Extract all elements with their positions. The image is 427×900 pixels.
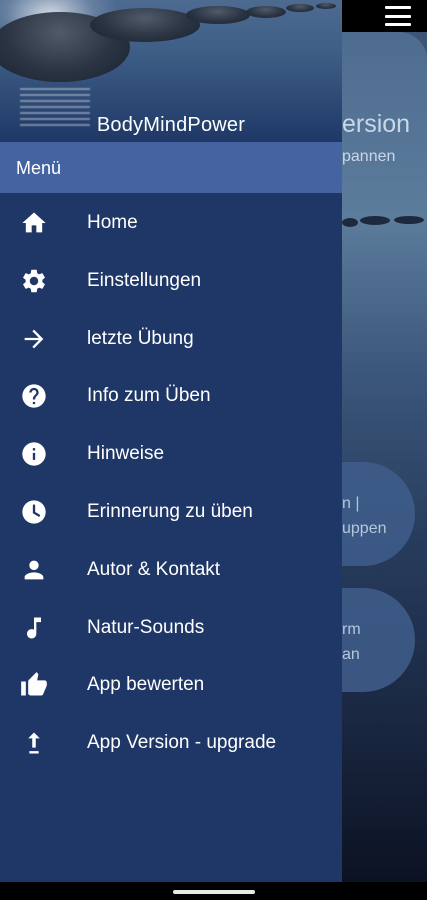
menu-section-header: Menü: [0, 142, 342, 193]
menu-item-label: App bewerten: [87, 674, 205, 696]
person-icon: [20, 556, 48, 584]
menu-item-last-exercise[interactable]: letzte Übung: [0, 310, 342, 368]
menu-item-rate-app[interactable]: App bewerten: [0, 656, 342, 714]
menu-item-app-version-upgrade[interactable]: App Version - upgrade: [0, 714, 342, 772]
menu-item-label: Home: [87, 212, 138, 233]
menu-item-notes[interactable]: Hinweise: [0, 425, 342, 483]
menu-item-settings[interactable]: Einstellungen: [0, 252, 342, 310]
pill-line-2: uppen: [342, 520, 387, 537]
help-circle-icon: [20, 382, 48, 410]
menu-item-reminder[interactable]: Erinnerung zu üben: [0, 483, 342, 541]
drawer-header: BodyMindPower: [0, 0, 342, 142]
home-icon: [20, 209, 48, 237]
pill-line-1: rm: [342, 621, 361, 638]
clock-icon: [20, 498, 48, 526]
menu-list: Home Einstellungen letzte Übung Info zum…: [0, 194, 342, 772]
pill-line-1: n |: [342, 495, 360, 512]
menu-item-label: Natur-Sounds: [87, 616, 205, 638]
menu-item-home[interactable]: Home: [0, 194, 342, 252]
background-title: ersion: [342, 110, 411, 138]
menu-item-label: Info zum Üben: [87, 385, 211, 407]
menu-item-label: Erinnerung zu üben: [87, 500, 253, 522]
navigation-drawer: BodyMindPower Menü Home Einstellungen le…: [0, 0, 342, 882]
info-circle-icon: [20, 440, 48, 468]
arrow-right-icon: [20, 325, 48, 353]
music-note-icon: [20, 614, 48, 642]
pill-line-2: an: [342, 646, 360, 663]
app-bar: [342, 0, 427, 32]
menu-item-label: Autor & Kontakt: [87, 558, 221, 580]
upload-icon: [20, 729, 48, 757]
menu-section-title: Menü: [16, 158, 62, 178]
menu-item-practice-info[interactable]: Info zum Üben: [0, 367, 342, 425]
background-subtitle: pannen: [342, 148, 396, 165]
menu-item-label: Hinweise: [87, 443, 165, 465]
menu-item-label: Einstellungen: [87, 269, 202, 291]
home-indicator[interactable]: [173, 890, 255, 894]
app-name: BodyMindPower: [96, 114, 246, 136]
thumbs-up-icon: [20, 671, 48, 699]
menu-item-label: App Version - upgrade: [87, 732, 277, 754]
menu-icon[interactable]: [385, 6, 411, 26]
background-stones: [342, 210, 427, 230]
menu-item-author-contact[interactable]: Autor & Kontakt: [0, 541, 342, 599]
gear-icon: [20, 267, 48, 295]
menu-item-nature-sounds[interactable]: Natur-Sounds: [0, 599, 342, 657]
menu-item-label: letzte Übung: [87, 327, 194, 349]
